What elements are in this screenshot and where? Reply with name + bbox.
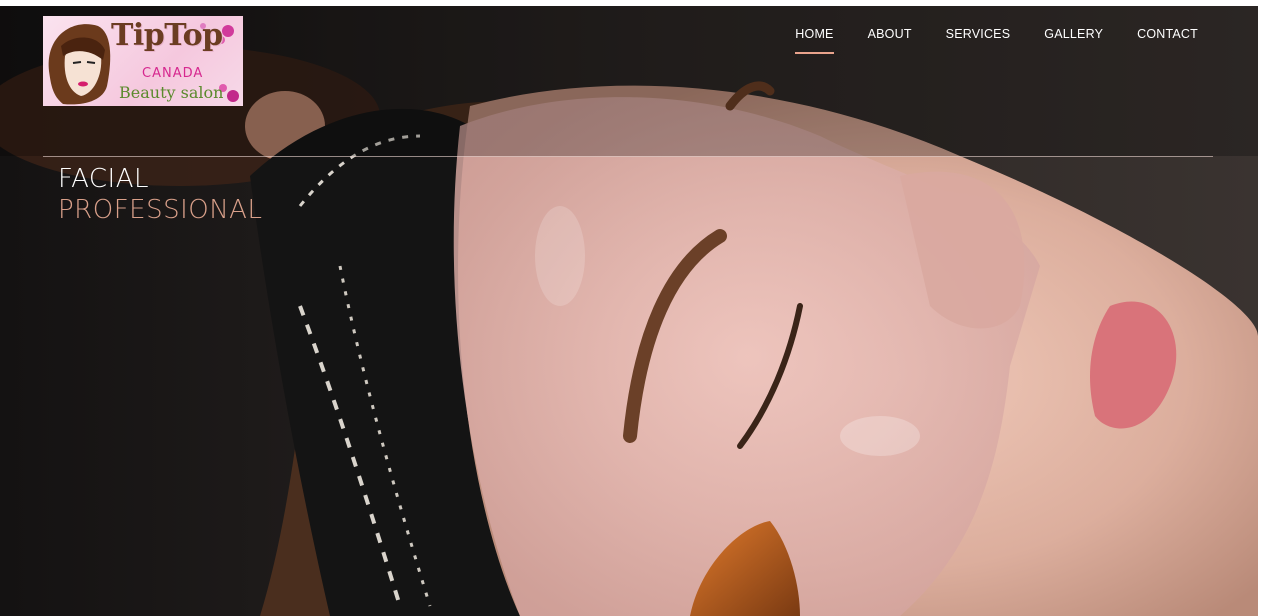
hero-headline: FACIAL PROFESSIONAL [58,164,262,226]
nav-about[interactable]: ABOUT [868,27,912,54]
nav-home[interactable]: HOME [795,27,834,54]
logo-tagline: Beauty salon [119,83,224,102]
headline-line-1: FACIAL [58,164,149,194]
logo-country: CANADA [142,66,204,81]
nav-services[interactable]: SERVICES [946,27,1011,54]
main-nav: HOME ABOUT SERVICES GALLERY CONTACT [795,27,1198,54]
brand-logo[interactable]: TipTop CANADA Beauty salon [43,16,243,106]
nav-gallery[interactable]: GALLERY [1044,27,1103,54]
header-divider [43,156,1213,157]
logo-name: TipTop [111,18,223,53]
headline-line-2: PROFESSIONAL [58,195,263,225]
nav-contact[interactable]: CONTACT [1137,27,1198,54]
page: TipTop CANADA Beauty salon HOME ABOUT SE… [0,0,1261,616]
hero-banner: TipTop CANADA Beauty salon HOME ABOUT SE… [0,6,1258,616]
